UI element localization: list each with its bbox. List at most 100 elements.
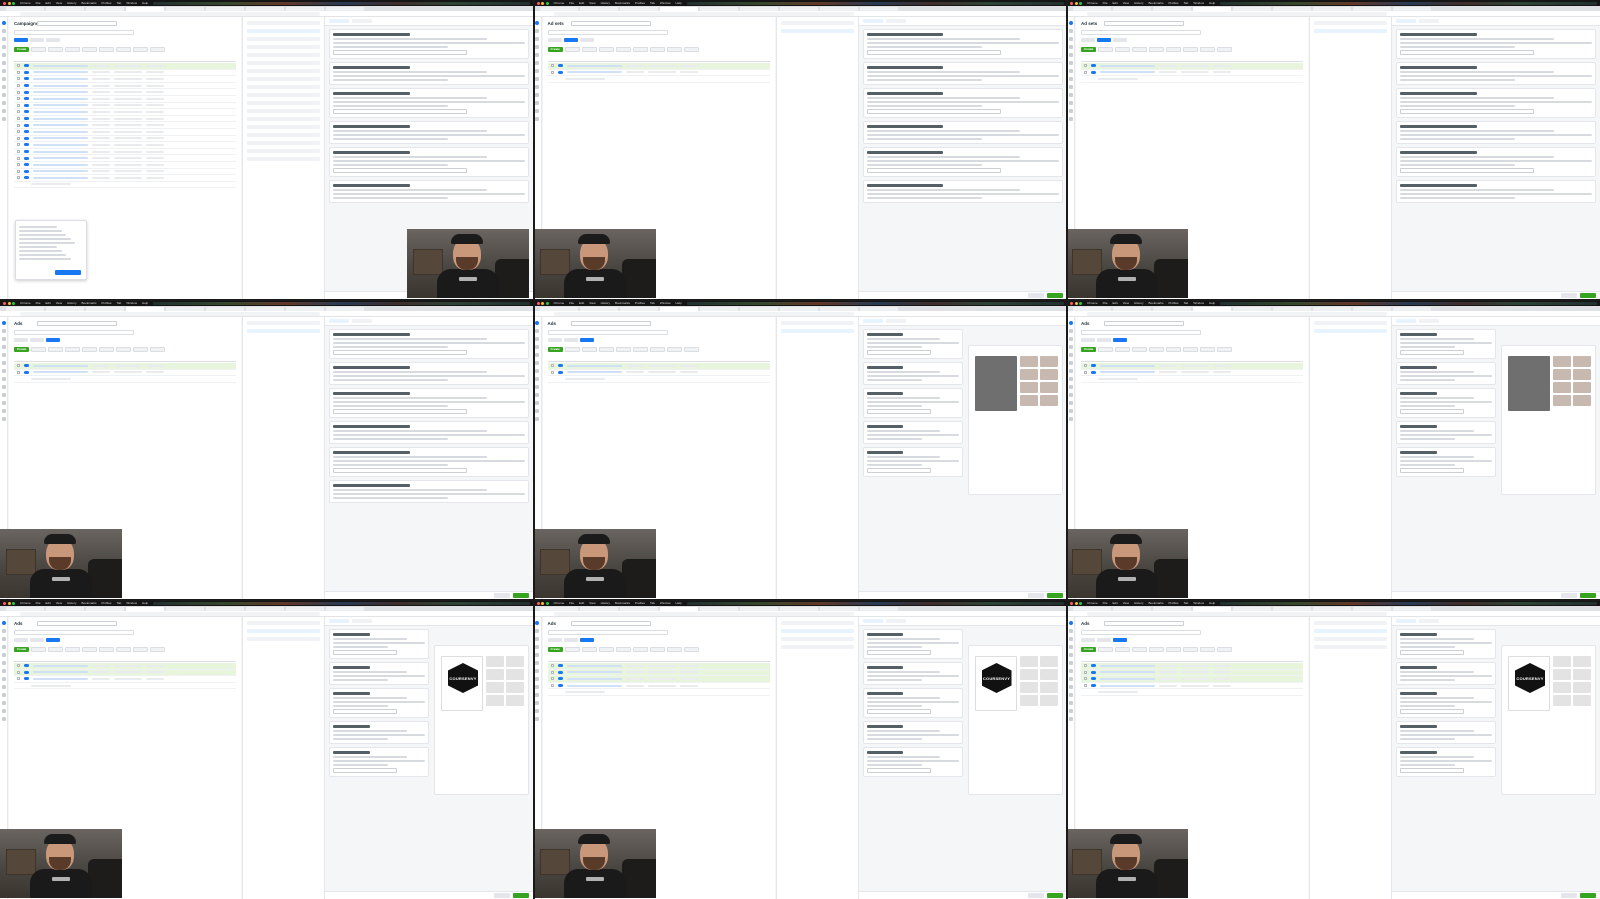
window-control-button[interactable] — [545, 1, 549, 5]
level-tab[interactable] — [1081, 338, 1095, 342]
nav-icon[interactable] — [1, 385, 6, 389]
toggle-icon[interactable] — [24, 130, 29, 134]
toggle-icon[interactable] — [24, 664, 29, 668]
nav-icon[interactable] — [535, 637, 539, 641]
review-tab[interactable] — [352, 619, 372, 623]
menu-item[interactable]: Bookmarks — [81, 1, 96, 5]
placement-thumbnail[interactable] — [1573, 695, 1591, 706]
meta-logo-icon[interactable] — [1, 621, 6, 625]
checkbox-icon[interactable] — [1084, 677, 1087, 681]
toggle-icon[interactable] — [24, 150, 29, 154]
checkbox-icon[interactable] — [17, 130, 20, 134]
toolbar-button[interactable] — [82, 646, 98, 652]
toggle-icon[interactable] — [24, 169, 29, 173]
tree-item[interactable] — [247, 45, 320, 49]
create-button[interactable]: Create — [547, 346, 563, 352]
publish-button[interactable] — [1580, 293, 1596, 298]
settings-input[interactable] — [1400, 350, 1465, 355]
row-name-placeholder[interactable] — [33, 163, 88, 166]
row-name-placeholder[interactable] — [33, 364, 88, 367]
toolbar-button[interactable] — [1132, 46, 1148, 52]
nav-icon[interactable] — [1, 377, 6, 381]
settings-input[interactable] — [1400, 168, 1535, 173]
toggle-icon[interactable] — [1091, 70, 1096, 74]
nav-icon[interactable] — [1, 369, 6, 373]
url-field[interactable] — [20, 311, 320, 316]
table-row[interactable] — [14, 103, 236, 110]
meta-logo-icon[interactable] — [535, 21, 539, 25]
url-field[interactable] — [1087, 611, 1387, 616]
row-name-placeholder[interactable] — [33, 71, 88, 74]
table-row[interactable] — [14, 676, 236, 683]
nav-icon[interactable] — [1068, 701, 1073, 705]
settings-input[interactable] — [866, 168, 1001, 173]
toolbar-button[interactable] — [598, 346, 614, 352]
edit-tab[interactable] — [1396, 319, 1416, 323]
toolbar-button[interactable] — [48, 646, 64, 652]
placement-thumbnail[interactable] — [1019, 682, 1038, 693]
placement-thumbnail[interactable] — [1553, 369, 1571, 380]
row-name-placeholder[interactable] — [33, 176, 88, 179]
nav-icon[interactable] — [1068, 101, 1073, 105]
toggle-icon[interactable] — [24, 110, 29, 114]
toggle-icon[interactable] — [1091, 677, 1096, 681]
nav-icon[interactable] — [1, 409, 6, 413]
tree-item[interactable] — [780, 629, 854, 633]
checkbox-icon[interactable] — [17, 110, 20, 114]
table-row[interactable] — [14, 129, 236, 136]
tree-item[interactable] — [1314, 621, 1387, 625]
search-input[interactable] — [1081, 30, 1201, 35]
table-row[interactable] — [14, 149, 236, 156]
nav-icon[interactable] — [535, 85, 539, 89]
nav-icon[interactable] — [1, 77, 6, 81]
menu-item[interactable]: View — [1123, 1, 1129, 5]
nav-icon[interactable] — [1068, 645, 1073, 649]
toggle-icon[interactable] — [24, 103, 29, 107]
review-tab[interactable] — [1419, 319, 1439, 323]
toolbar-button[interactable] — [632, 346, 648, 352]
publish-button[interactable] — [1046, 593, 1063, 598]
toggle-icon[interactable] — [1091, 364, 1096, 368]
settings-input[interactable] — [866, 409, 931, 414]
checkbox-icon[interactable] — [550, 664, 554, 668]
review-tab[interactable] — [352, 319, 372, 323]
nav-icon[interactable] — [1068, 353, 1073, 357]
review-tab[interactable] — [1419, 619, 1439, 623]
checkbox-icon[interactable] — [17, 97, 20, 101]
nav-icon[interactable] — [535, 69, 539, 73]
row-name-placeholder[interactable] — [1100, 371, 1155, 374]
row-name-placeholder[interactable] — [33, 371, 88, 374]
nav-icon[interactable] — [535, 709, 539, 713]
nav-icon[interactable] — [1, 101, 6, 105]
checkbox-icon[interactable] — [17, 103, 20, 107]
toolbar-button[interactable] — [1217, 46, 1233, 52]
toolbar-button[interactable] — [1115, 646, 1131, 652]
placement-thumbnail[interactable] — [506, 695, 524, 706]
menu-item[interactable]: Window — [1193, 601, 1204, 605]
table-row[interactable] — [14, 363, 236, 370]
nav-icon[interactable] — [1068, 629, 1073, 633]
meta-logo-icon[interactable] — [1068, 21, 1073, 25]
table-row[interactable] — [14, 83, 236, 90]
checkbox-icon[interactable] — [1084, 70, 1087, 74]
row-name-placeholder[interactable] — [33, 671, 88, 674]
settings-input[interactable] — [866, 768, 931, 773]
table-row[interactable] — [14, 142, 236, 149]
checkbox-icon[interactable] — [17, 677, 20, 681]
settings-input[interactable] — [866, 709, 931, 714]
tree-item[interactable] — [247, 321, 320, 325]
menu-item[interactable]: Chrome — [20, 1, 31, 5]
settings-input[interactable] — [333, 50, 468, 55]
nav-icon[interactable] — [1068, 401, 1073, 405]
level-tab[interactable] — [547, 38, 562, 42]
table-row[interactable] — [1081, 683, 1303, 690]
account-selector[interactable] — [1104, 621, 1184, 626]
placement-thumbnail[interactable] — [1039, 695, 1058, 706]
meta-logo-icon[interactable] — [535, 321, 539, 325]
publish-button[interactable] — [513, 893, 529, 898]
level-tab[interactable] — [30, 38, 44, 42]
row-name-placeholder[interactable] — [566, 71, 622, 74]
settings-input[interactable] — [333, 650, 398, 655]
toolbar-button[interactable] — [1115, 346, 1131, 352]
tree-item[interactable] — [1314, 321, 1387, 325]
